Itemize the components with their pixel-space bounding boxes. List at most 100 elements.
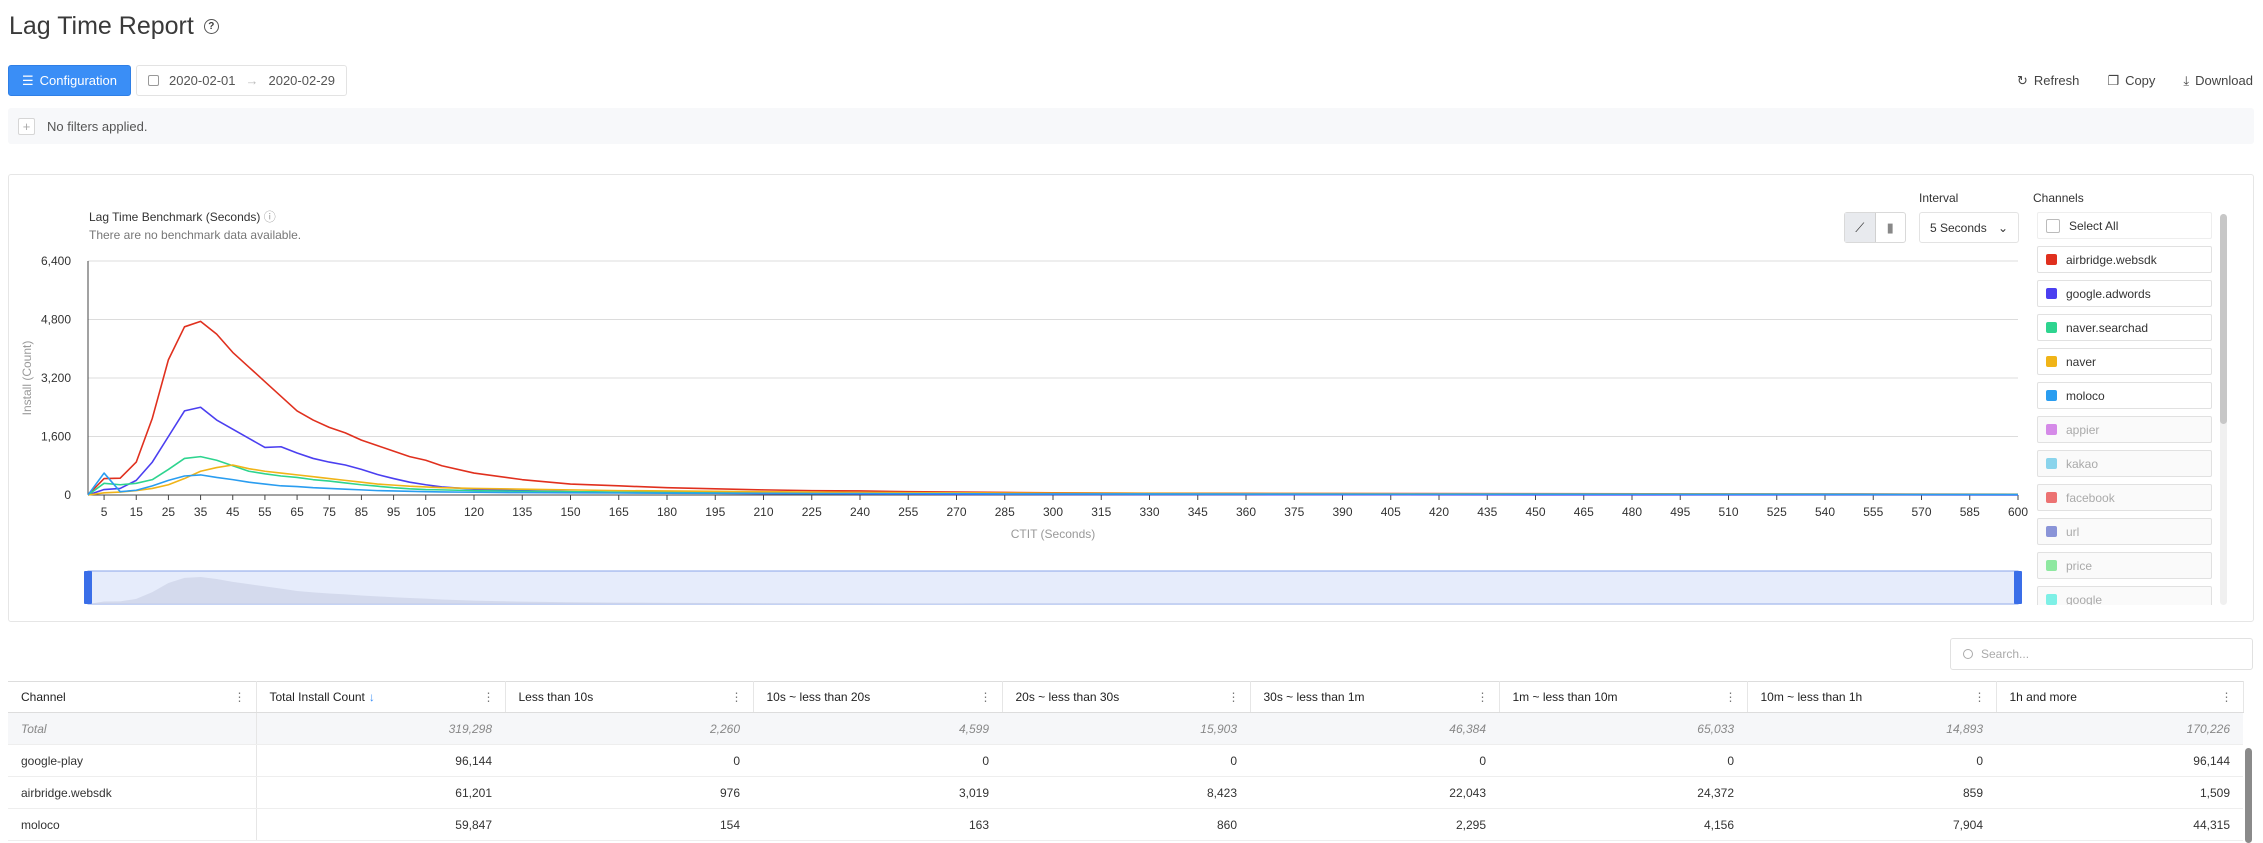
column-header[interactable]: Channel ⋮ [8, 681, 257, 713]
y-tick-label: 3,200 [41, 371, 71, 385]
count-cell: 96,144 [256, 744, 505, 777]
x-tick-label: 435 [1477, 505, 1497, 519]
count-cell: 1,509 [1996, 776, 2243, 809]
count-cell: 0 [1747, 744, 1996, 777]
channels-scroll-thumb[interactable] [2220, 214, 2227, 424]
column-header[interactable]: Less than 10s ⋮ [505, 681, 754, 713]
x-tick-label: 135 [512, 505, 532, 519]
x-tick-label: 465 [1574, 505, 1594, 519]
chevron-down-icon: ⌄ [1997, 220, 2008, 235]
x-tick-label: 330 [1139, 505, 1159, 519]
x-tick-label: 25 [162, 505, 176, 519]
count-cell: 24,372 [1499, 776, 1747, 809]
channels-label: Channels [2033, 191, 2084, 205]
sort-desc-icon[interactable]: ↓ [369, 690, 375, 704]
x-tick-label: 55 [258, 505, 272, 519]
count-cell: 0 [753, 744, 1002, 777]
x-tick-label: 345 [1188, 505, 1208, 519]
channel-toggle-price[interactable]: price [2037, 552, 2212, 579]
count-cell: 163 [753, 808, 1002, 841]
x-tick-label: 375 [1284, 505, 1304, 519]
channel-toggle-url[interactable]: url [2037, 518, 2212, 545]
column-menu-icon[interactable]: ⋮ [1477, 690, 1489, 704]
channel-toggle-moloco[interactable]: moloco [2037, 382, 2212, 409]
y-axis-label: Install (Count) [20, 341, 34, 416]
channel-toggle-facebook[interactable]: facebook [2037, 484, 2212, 511]
channel-toggle-naver[interactable]: naver [2037, 348, 2212, 375]
color-swatch-icon [2046, 390, 2057, 401]
range-handle-right[interactable] [2014, 571, 2022, 604]
channel-toggle-google-adwords[interactable]: google.adwords [2037, 280, 2212, 307]
lag-time-report-page: Lag Time Report ? ☰ Configuration 2020-0… [0, 0, 2263, 843]
column-header[interactable]: 10m ~ less than 1h ⋮ [1747, 681, 1997, 713]
count-cell: 2,260 [505, 712, 753, 745]
table-scrollbar[interactable] [2245, 748, 2252, 843]
x-tick-label: 390 [1332, 505, 1352, 519]
channel-toggle-airbridge-websdk[interactable]: airbridge.websdk [2037, 246, 2212, 273]
y-tick-label: 1,600 [41, 430, 71, 444]
column-menu-icon[interactable]: ⋮ [483, 690, 495, 704]
x-tick-label: 180 [657, 505, 677, 519]
channels-scrollbar[interactable] [2220, 214, 2227, 605]
chart-title: Lag Time Benchmark (Seconds) ⓘ [89, 210, 276, 224]
line-chart-icon[interactable]: ⟋ [1845, 213, 1876, 242]
x-tick-label: 65 [290, 505, 304, 519]
interval-select[interactable]: 5 Seconds ⌄ [1919, 212, 2019, 243]
column-menu-icon[interactable]: ⋮ [1725, 690, 1737, 704]
x-tick-label: 600 [2008, 505, 2028, 519]
channel-toggle-google[interactable]: google [2037, 586, 2212, 605]
x-tick-label: 570 [1911, 505, 1931, 519]
x-tick-label: 240 [850, 505, 870, 519]
channel-cell: moloco [8, 808, 257, 841]
count-cell: 3,019 [753, 776, 1002, 809]
x-tick-label: 210 [753, 505, 773, 519]
x-tick-label: 15 [130, 505, 144, 519]
color-swatch-icon [2046, 424, 2057, 435]
column-menu-icon[interactable]: ⋮ [1974, 690, 1986, 704]
bar-chart-icon[interactable]: ▮ [1876, 213, 1906, 242]
table-row: google-play 96,144 0 0 0 0 0 0 96,144 [8, 744, 2243, 777]
column-menu-icon[interactable]: ⋮ [731, 690, 743, 704]
x-tick-label: 35 [194, 505, 208, 519]
x-tick-label: 195 [705, 505, 725, 519]
x-tick-label: 525 [1767, 505, 1787, 519]
channel-cell: Total [8, 712, 257, 745]
x-tick-label: 585 [1960, 505, 1980, 519]
channel-toggle-naver-searchad[interactable]: naver.searchad [2037, 314, 2212, 341]
range-handle-left[interactable] [84, 571, 92, 604]
select-all-checkbox[interactable]: Select All [2037, 212, 2212, 239]
count-cell: 7,904 [1747, 808, 1996, 841]
channel-toggle-kakao[interactable]: kakao [2037, 450, 2212, 477]
count-cell: 4,599 [753, 712, 1002, 745]
column-menu-icon[interactable]: ⋮ [234, 690, 246, 704]
chart-type-toggle: ⟋ ▮ [1844, 212, 1906, 243]
color-swatch-icon [2046, 254, 2057, 265]
x-axis-label: CTIT (Seconds) [1011, 527, 1095, 541]
checkbox-icon [2046, 218, 2060, 233]
x-tick-label: 150 [560, 505, 580, 519]
table-row: moloco 59,847 154 163 860 2,295 4,156 7,904 44,3… [8, 808, 2243, 841]
column-header[interactable]: 20s ~ less than 30s ⋮ [1002, 681, 1251, 713]
x-tick-label: 45 [226, 505, 240, 519]
column-menu-icon[interactable]: ⋮ [2221, 690, 2233, 704]
channel-toggle-appier[interactable]: appier [2037, 416, 2212, 443]
x-tick-label: 360 [1236, 505, 1256, 519]
color-swatch-icon [2046, 288, 2057, 299]
table-row: airbridge.websdk 61,201 976 3,019 8,423 22,04… [8, 776, 2243, 809]
x-tick-label: 255 [898, 505, 918, 519]
column-header[interactable]: 1m ~ less than 10m ⋮ [1499, 681, 1748, 713]
color-swatch-icon [2046, 356, 2057, 367]
x-tick-label: 420 [1429, 505, 1449, 519]
x-tick-label: 120 [464, 505, 484, 519]
table-header-row: Channel ⋮ Total Install Count ↓ ⋮ Less than 1… [8, 681, 2244, 713]
x-tick-label: 480 [1622, 505, 1642, 519]
column-menu-icon[interactable]: ⋮ [1228, 690, 1240, 704]
column-header[interactable]: 10s ~ less than 20s ⋮ [753, 681, 1003, 713]
column-header[interactable]: Total Install Count ↓ ⋮ [256, 681, 506, 713]
column-header[interactable]: 1h and more ⋮ [1996, 681, 2244, 713]
series-line-google-adwords [87, 406, 2019, 496]
count-cell: 22,043 [1250, 776, 1499, 809]
column-menu-icon[interactable]: ⋮ [980, 690, 992, 704]
column-header[interactable]: 30s ~ less than 1m ⋮ [1250, 681, 1500, 713]
table-search-input[interactable]: Search... [1950, 638, 2253, 670]
